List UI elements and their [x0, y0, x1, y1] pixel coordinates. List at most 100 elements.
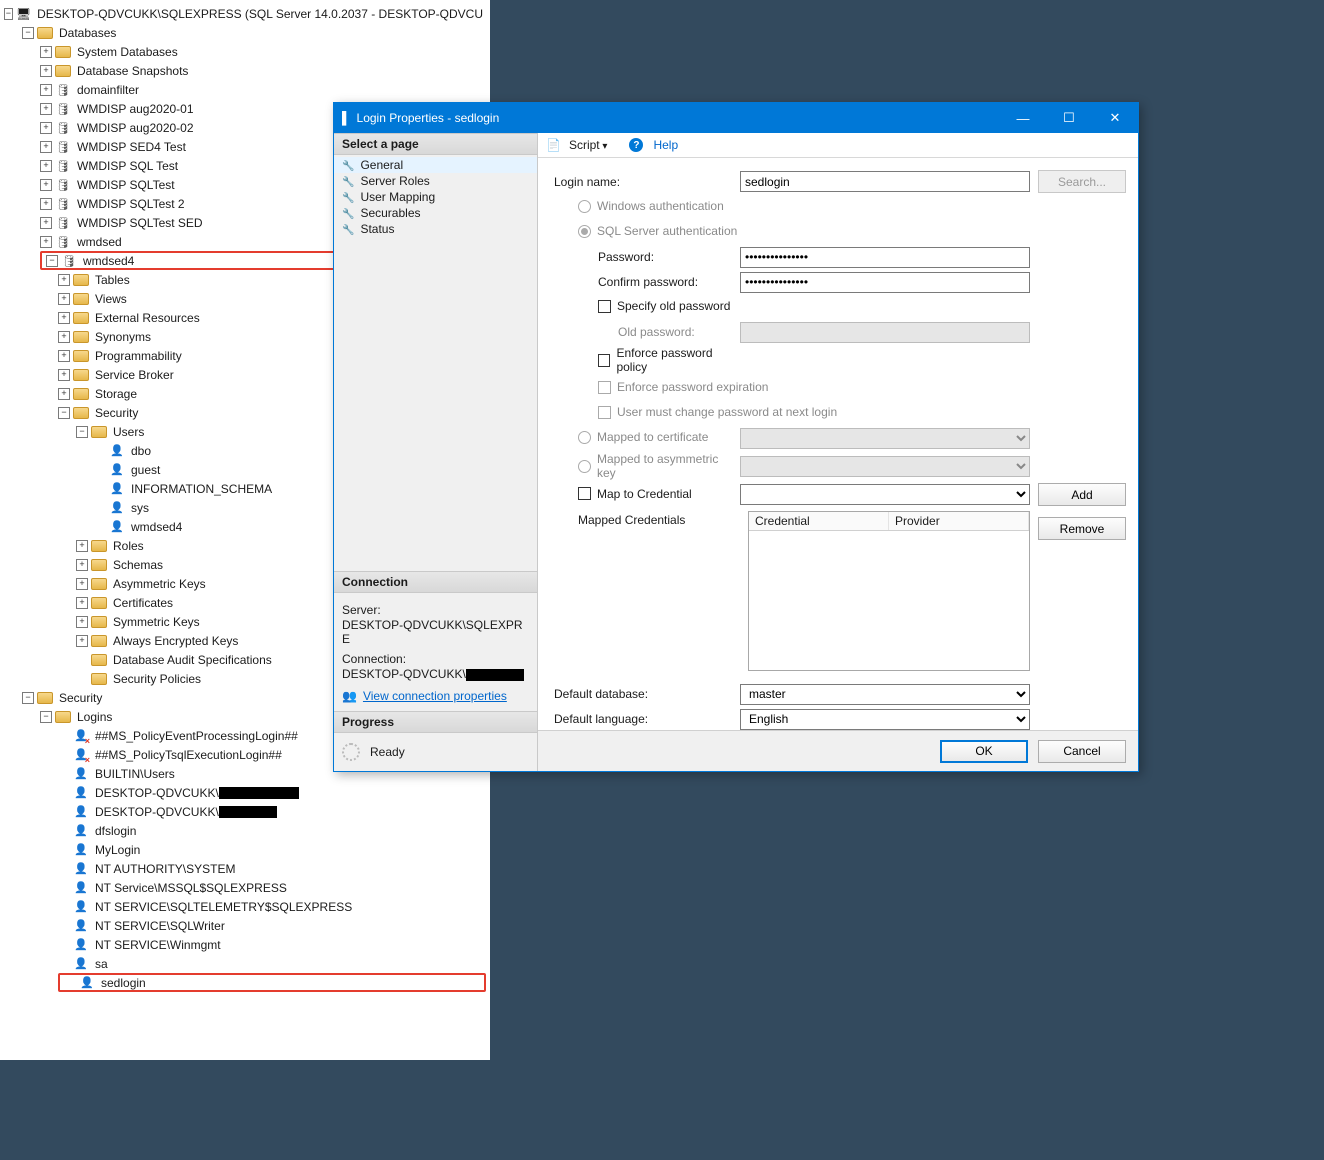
collapse-icon[interactable]: − — [40, 711, 52, 723]
folder-icon — [73, 274, 89, 286]
wrench-icon — [342, 158, 354, 172]
expand-icon[interactable]: + — [58, 369, 70, 381]
expand-icon[interactable]: + — [40, 217, 52, 229]
expand-icon[interactable]: + — [58, 350, 70, 362]
login-name-input[interactable] — [740, 171, 1030, 192]
spinner-icon — [342, 743, 360, 761]
folder-icon — [55, 711, 71, 723]
expand-icon[interactable]: + — [40, 198, 52, 210]
cancel-button[interactable]: Cancel — [1038, 740, 1126, 763]
enforce-policy-checkbox[interactable]: Enforce password policy — [598, 346, 740, 374]
tree-item[interactable]: NT Service\MSSQL$SQLEXPRESS — [58, 878, 486, 897]
dialog-right-column: 📄 Script ? Help Login name: Search... Wi… — [538, 133, 1138, 771]
tree-item[interactable]: NT AUTHORITY\SYSTEM — [58, 859, 486, 878]
expand-icon[interactable]: + — [40, 179, 52, 191]
expand-icon[interactable]: + — [76, 616, 88, 628]
expand-icon[interactable]: + — [40, 122, 52, 134]
expand-icon[interactable]: + — [40, 160, 52, 172]
expand-icon[interactable]: + — [58, 331, 70, 343]
server-label: Server: — [342, 603, 529, 617]
expand-icon[interactable]: + — [40, 46, 52, 58]
progress-status: Ready — [370, 745, 405, 759]
script-dropdown[interactable]: Script — [569, 138, 608, 152]
expand-icon[interactable]: + — [76, 559, 88, 571]
server-icon — [16, 6, 31, 22]
confirm-password-input[interactable] — [740, 272, 1030, 293]
tree-item[interactable]: +Database Snapshots — [40, 61, 486, 80]
specify-old-password-checkbox[interactable]: Specify old password — [598, 299, 730, 313]
login-icon — [73, 823, 89, 839]
password-input[interactable] — [740, 247, 1030, 268]
tree-item[interactable]: dfslogin — [58, 821, 486, 840]
dialog-toolbar: 📄 Script ? Help — [538, 133, 1138, 158]
expand-icon[interactable]: + — [76, 540, 88, 552]
folder-icon — [73, 331, 89, 343]
expand-icon[interactable]: + — [58, 388, 70, 400]
map-credential-select[interactable] — [740, 484, 1030, 505]
remove-button[interactable]: Remove — [1038, 517, 1126, 540]
collapse-icon[interactable]: − — [22, 692, 34, 704]
page-server-roles[interactable]: Server Roles — [334, 173, 537, 189]
view-connection-link[interactable]: View connection properties — [363, 689, 507, 703]
login-icon — [73, 956, 89, 972]
login-icon — [73, 861, 89, 877]
redacted-text — [219, 787, 299, 799]
expand-icon[interactable]: + — [76, 635, 88, 647]
tree-item[interactable]: NT SERVICE\SQLWriter — [58, 916, 486, 935]
default-language-label: Default language: — [550, 712, 740, 726]
maximize-button[interactable]: ☐ — [1046, 103, 1092, 133]
collapse-icon[interactable]: − — [76, 426, 88, 438]
tree-databases[interactable]: − Databases — [22, 23, 486, 42]
tree-server-root[interactable]: − DESKTOP-QDVCUKK\SQLEXPRESS (SQL Server… — [4, 4, 486, 23]
folder-icon — [73, 369, 89, 381]
map-credential-checkbox[interactable]: Map to Credential — [578, 487, 692, 501]
close-button[interactable]: ✕ — [1092, 103, 1138, 133]
minimize-button[interactable]: — — [1000, 103, 1046, 133]
tree-item[interactable]: DESKTOP-QDVCUKK\ — [58, 783, 486, 802]
script-icon: 📄 — [546, 138, 561, 152]
help-link[interactable]: Help — [653, 138, 678, 152]
wrench-icon — [342, 206, 354, 220]
expand-icon[interactable]: + — [40, 65, 52, 77]
default-database-select[interactable]: master — [740, 684, 1030, 705]
page-general[interactable]: General — [334, 157, 537, 173]
expand-icon[interactable]: + — [40, 236, 52, 248]
tree-item[interactable]: NT SERVICE\SQLTELEMETRY$SQLEXPRESS — [58, 897, 486, 916]
page-securables[interactable]: Securables — [334, 205, 537, 221]
ok-button[interactable]: OK — [940, 740, 1028, 763]
tree-item[interactable]: MyLogin — [58, 840, 486, 859]
default-language-select[interactable]: English — [740, 709, 1030, 730]
folder-icon — [73, 407, 89, 419]
add-button[interactable]: Add — [1038, 483, 1126, 506]
expand-icon[interactable]: + — [58, 274, 70, 286]
login-icon — [73, 918, 89, 934]
collapse-icon[interactable]: − — [46, 255, 58, 267]
folder-icon — [37, 27, 53, 39]
user-icon — [109, 481, 125, 497]
expand-icon[interactable]: + — [40, 141, 52, 153]
mapped-credentials-table[interactable]: Credential Provider — [748, 511, 1030, 671]
tree-item[interactable]: sa — [58, 954, 486, 973]
database-icon — [61, 253, 77, 269]
folder-icon — [73, 388, 89, 400]
expand-icon[interactable]: + — [40, 103, 52, 115]
expand-icon[interactable]: + — [40, 84, 52, 96]
titlebar[interactable]: ▌ Login Properties - sedlogin — ☐ ✕ — [334, 103, 1138, 133]
collapse-icon[interactable]: − — [58, 407, 70, 419]
folder-icon — [91, 426, 107, 438]
collapse-icon[interactable]: − — [22, 27, 34, 39]
tree-item[interactable]: NT SERVICE\Winmgmt — [58, 935, 486, 954]
page-user-mapping[interactable]: User Mapping — [334, 189, 537, 205]
collapse-icon[interactable]: − — [4, 8, 13, 20]
tree-item[interactable]: +System Databases — [40, 42, 486, 61]
tree-item-sedlogin[interactable]: sedlogin — [58, 973, 486, 992]
database-icon — [55, 139, 71, 155]
tree-item[interactable]: DESKTOP-QDVCUKK\ — [58, 802, 486, 821]
windows-auth-radio: Windows authentication — [578, 199, 724, 213]
expand-icon[interactable]: + — [76, 597, 88, 609]
tree-item[interactable]: +domainfilter — [40, 80, 486, 99]
expand-icon[interactable]: + — [58, 293, 70, 305]
expand-icon[interactable]: + — [76, 578, 88, 590]
page-status[interactable]: Status — [334, 221, 537, 237]
expand-icon[interactable]: + — [58, 312, 70, 324]
